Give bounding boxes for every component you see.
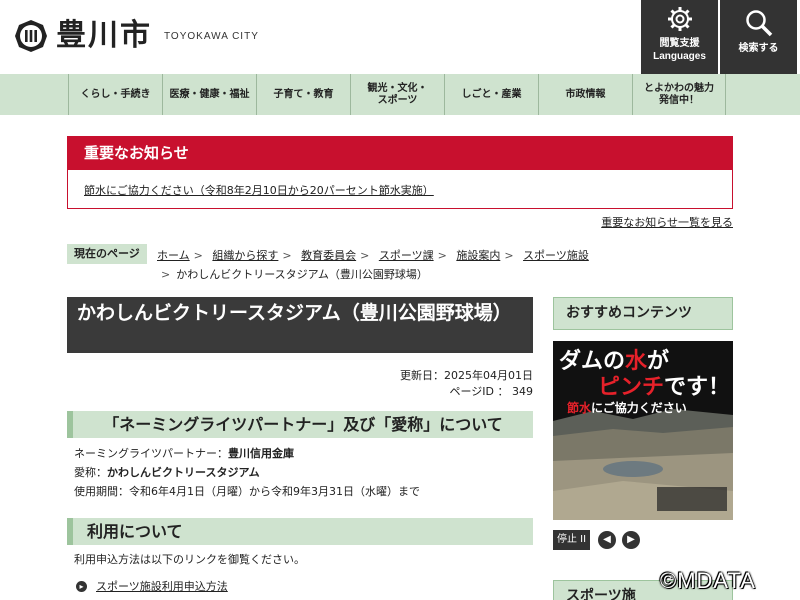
section-heading-usage: 利用について [67,518,533,545]
usage-period: 使用期間：令和6年4月1日（月曜）から令和9年3月31日（水曜）まで [74,485,420,498]
nav-label: 市政情報 [565,88,606,100]
arrow-left-icon: ◀ [603,534,611,545]
chevron-right-icon: > [360,249,370,262]
breadcrumb-organization[interactable]: 組織から探す [212,249,278,262]
notice-all-link[interactable]: 重要なお知らせ一覧を見る [601,214,733,230]
arrow-right-icon: ▸ [76,580,87,592]
nav-label: 観光・文化・ スポーツ [367,82,428,106]
chevron-right-icon: > [504,249,514,262]
breadcrumb-label: 現在のページ [67,244,147,264]
updated-date: 更新日：2025年04月01日 [400,369,533,382]
nav-label: とよかわの魅力 発信中！ [644,82,714,106]
nav-label: 子育て・教育 [273,88,334,100]
nickname-value: かわしんビクトリースタジアム [107,466,260,479]
nav-label: 医療・健康・福祉 [169,88,250,100]
slider-stop-button[interactable]: 停止 II [553,530,590,550]
naming-rights-info: ネーミングライツパートナー：豊川信用金庫 愛称：かわしんビクトリースタジアム 使… [74,444,420,501]
chevron-right-icon: > [193,249,203,262]
notice-link[interactable]: 節水にご協力ください（令和8年2月10日から20パーセント節水実施） [84,184,434,197]
watermark: ©MDATA [660,568,756,593]
nav-item-business[interactable]: しごと・産業 [444,74,538,115]
partner-label: ネーミングライツパートナー： [74,447,228,460]
slider-prev-button[interactable]: ◀ [598,531,616,549]
gear-icon [667,7,692,31]
breadcrumb-sports-dept[interactable]: スポーツ課 [379,249,434,262]
nav-item-living[interactable]: くらし・手続き [68,74,162,115]
nav-item-cityinfo[interactable]: 市政情報 [538,74,632,115]
nickname-label: 愛称： [74,466,107,479]
nav-item-health[interactable]: 医療・健康・福祉 [162,74,256,115]
breadcrumb-sports-facilities[interactable]: スポーツ施設 [523,249,589,262]
important-notice-box: 重要なお知らせ 節水にご協力ください（令和8年2月10日から20パーセント節水実… [67,136,733,209]
breadcrumb-current: かわしんビクトリースタジアム（豊川公園野球場） [176,268,428,281]
usage-application-link[interactable]: スポーツ施設利用申込方法 [96,578,228,594]
usage-text: 利用申込方法は以下のリンクを御覧ください。 [74,553,305,566]
breadcrumb-facilities[interactable]: 施設案内 [456,249,500,262]
accessibility-label: 閲覧支援 [659,38,700,49]
chevron-right-icon: > [282,249,292,262]
slider-next-button[interactable]: ▶ [622,531,640,549]
banner-line3: 節水にご協力ください [567,401,687,415]
site-logo-english: TOYOKAWA CITY [164,31,259,42]
nav-item-childcare[interactable]: 子育て・教育 [256,74,350,115]
search-button[interactable]: 検索する [720,0,797,74]
languages-label: Languages [653,51,706,62]
chevron-right-icon: > [161,268,171,281]
search-label: 検索する [738,43,779,54]
city-emblem-icon[interactable] [14,19,48,53]
search-icon [745,10,772,37]
water-saving-banner[interactable]: ダムの水が ピンチです！ 節水にご協力ください [553,341,733,520]
nav-label: しごと・産業 [461,88,522,100]
nav-item-charm[interactable]: とよかわの魅力 発信中！ [632,74,726,115]
page-title: かわしんビクトリースタジアム（豊川公園野球場） [67,297,533,353]
partner-value: 豊川信用金庫 [228,447,294,460]
arrow-right-icon: ▶ [627,534,635,545]
page-meta: 更新日：2025年04月01日 ページID ： 349 [300,368,533,400]
site-logo-text[interactable]: 豊川市 [56,18,152,54]
breadcrumb-education-board[interactable]: 教育委員会 [301,249,356,262]
global-nav: くらし・手続き 医療・健康・福祉 子育て・教育 観光・文化・ スポーツ しごと・… [0,74,800,115]
section-heading-naming-rights: 「ネーミングライツパートナー」及び「愛称」について [67,411,533,438]
nav-label: くらし・手続き [80,88,151,100]
usage-link-row: ▸ スポーツ施設利用申込方法 [76,578,228,594]
accessibility-button[interactable]: 閲覧支援 Languages [641,0,718,74]
recommend-heading: おすすめコンテンツ [553,297,733,330]
breadcrumb-home[interactable]: ホーム [157,249,190,262]
nav-item-tourism[interactable]: 観光・文化・ スポーツ [350,74,444,115]
site-header: 豊川市 TOYOKAWA CITY 閲覧支援 Languages 検索する [0,0,800,74]
banner-line2: ピンチです！ [598,375,731,400]
notice-title: 重要なお知らせ [68,137,732,170]
page-id: ページID ： 349 [449,385,533,398]
chevron-right-icon: > [437,249,447,262]
